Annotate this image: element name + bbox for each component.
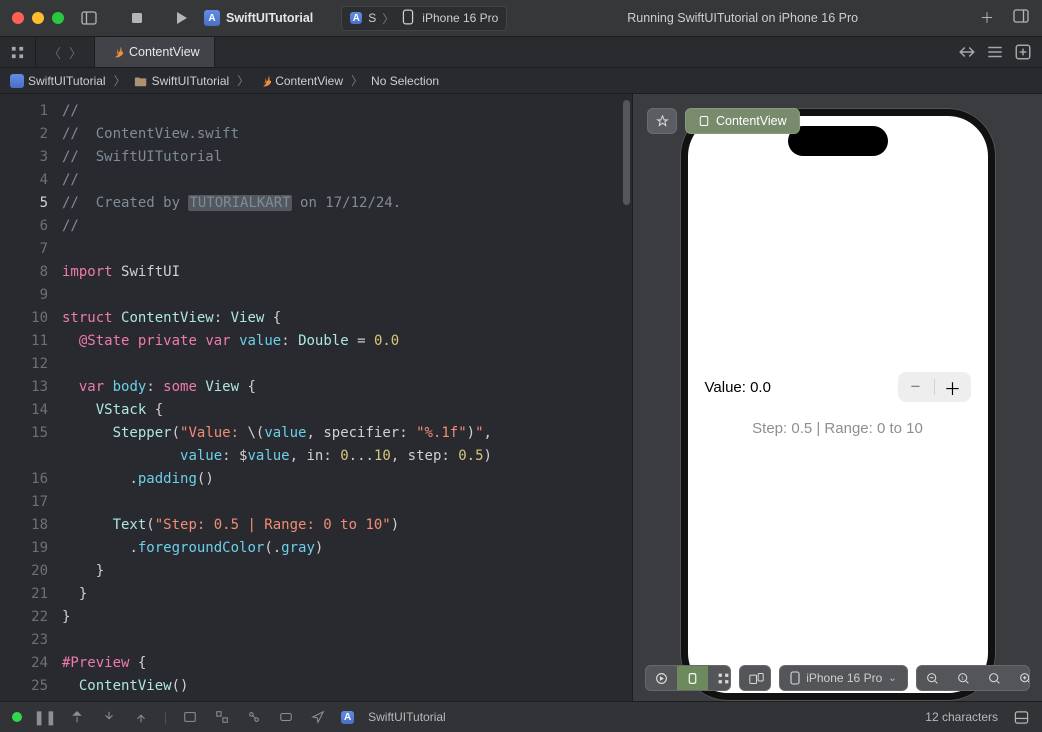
- build-status: Running SwiftUITutorial on iPhone 16 Pro: [627, 11, 858, 25]
- stepper-label: Value: 0.0: [705, 379, 771, 396]
- crumb-project: SwiftUITutorial: [28, 74, 106, 88]
- inspector-toggle-icon[interactable]: [1012, 8, 1030, 28]
- debug-bar-icon-1[interactable]: [181, 710, 199, 724]
- selection-length: 12 characters: [925, 710, 998, 724]
- titlebar: SwiftUITutorial S 〉 iPhone 16 Pro Runnin…: [0, 0, 1042, 36]
- tab-bar: 〈 〉 ContentView: [0, 36, 1042, 68]
- preview-mode-segment: [645, 665, 731, 691]
- minimize-window-button[interactable]: [32, 12, 44, 24]
- project-icon: [10, 74, 24, 88]
- preview-target-pill[interactable]: ContentView: [685, 108, 800, 134]
- build-success-led: [12, 712, 22, 722]
- phone-icon: [400, 9, 416, 28]
- crumb-selection: No Selection: [371, 74, 439, 88]
- debug-bar-icon-2[interactable]: [213, 710, 231, 724]
- line-gutter: 123456789101112131415 161718192021222324…: [0, 94, 62, 701]
- chevron-down-icon: ⌄: [888, 673, 896, 684]
- preview-target-label: ContentView: [716, 114, 787, 128]
- zoom-in-button[interactable]: [1010, 666, 1030, 690]
- swift-file-icon: [257, 74, 271, 88]
- scheme-icon: [350, 12, 362, 24]
- step-into-icon[interactable]: [100, 710, 118, 724]
- zoom-fit-button[interactable]: [979, 666, 1010, 690]
- run-button[interactable]: [172, 10, 190, 26]
- preview-icon: [698, 115, 710, 127]
- debug-area-toggle-icon[interactable]: [1012, 710, 1030, 725]
- code-review-icon[interactable]: [958, 43, 976, 61]
- scheme-short: S: [368, 11, 376, 25]
- add-editor-icon[interactable]: [1014, 43, 1032, 61]
- stepper-decrement-button[interactable]: −: [898, 372, 934, 402]
- nav-forward-button[interactable]: 〉: [65, 43, 86, 62]
- preview-device-selector[interactable]: iPhone 16 Pro ⌄: [779, 665, 907, 691]
- chevron-icon: 〉: [233, 72, 253, 89]
- new-tab-button[interactable]: ＋: [978, 8, 996, 28]
- pin-preview-button[interactable]: [647, 108, 677, 134]
- tab-label: ContentView: [129, 45, 200, 59]
- chevron-icon: 〉: [347, 72, 367, 89]
- preview-device-label: iPhone 16 Pro: [806, 671, 882, 685]
- nav-back-button[interactable]: 〈: [44, 43, 65, 62]
- debug-bar-icon-4[interactable]: [277, 710, 295, 724]
- location-icon[interactable]: [309, 710, 327, 724]
- variants-preview-button[interactable]: [708, 666, 731, 690]
- fullscreen-window-button[interactable]: [52, 12, 64, 24]
- crumb-folder: SwiftUITutorial: [152, 74, 230, 88]
- nav-arrows: 〈 〉: [36, 37, 95, 67]
- breadcrumb[interactable]: SwiftUITutorial 〉 SwiftUITutorial 〉 Cont…: [0, 68, 1042, 94]
- stop-button[interactable]: [128, 10, 146, 26]
- device-name: iPhone 16 Pro: [422, 11, 498, 25]
- zoom-controls: 1: [916, 665, 1030, 691]
- app-title: SwiftUITutorial: [204, 10, 313, 26]
- debug-bar-icon-3[interactable]: [245, 710, 263, 724]
- folder-icon: [134, 74, 148, 88]
- selectable-preview-button[interactable]: [677, 666, 708, 690]
- status-project: SwiftUITutorial: [368, 710, 446, 724]
- related-items-button[interactable]: [0, 37, 36, 67]
- preview-toolbar: iPhone 16 Pro ⌄ 1: [633, 665, 1042, 691]
- canvas-preview: ContentView Value: 0.0 − ＋ Step: 0.5 | R…: [632, 94, 1042, 701]
- pause-debug-icon[interactable]: ❚❚: [36, 709, 54, 726]
- stepper-increment-button[interactable]: ＋: [935, 372, 971, 402]
- stepper-control: − ＋: [898, 372, 971, 402]
- svg-text:1: 1: [961, 675, 964, 681]
- zoom-actual-button[interactable]: 1: [948, 666, 979, 690]
- stepper-subtext: Step: 0.5 | Range: 0 to 10: [752, 420, 923, 437]
- dynamic-island: [788, 126, 888, 156]
- adjust-editor-options-icon[interactable]: [986, 43, 1004, 61]
- phone-icon: [790, 671, 800, 685]
- device-settings-button[interactable]: [739, 665, 771, 691]
- device-frame: Value: 0.0 − ＋ Step: 0.5 | Range: 0 to 1…: [680, 108, 996, 701]
- step-over-icon[interactable]: [68, 710, 86, 724]
- stepper-row: Value: 0.0 − ＋: [705, 372, 971, 402]
- status-bar: ❚❚ | SwiftUITutorial 12 characters: [0, 701, 1042, 732]
- app-icon: [204, 10, 220, 26]
- zoom-out-button[interactable]: [917, 666, 948, 690]
- scheme-selector[interactable]: S 〉 iPhone 16 Pro: [341, 6, 507, 31]
- window-controls: [12, 12, 64, 24]
- code-content: //// ContentView.swift// SwiftUITutorial…: [62, 94, 492, 701]
- app-name: SwiftUITutorial: [226, 11, 313, 25]
- project-icon: [341, 711, 354, 724]
- close-window-button[interactable]: [12, 12, 24, 24]
- swift-file-icon: [109, 45, 123, 59]
- code-editor[interactable]: 123456789101112131415 161718192021222324…: [0, 94, 632, 701]
- tab-contentview[interactable]: ContentView: [95, 37, 215, 67]
- chevron-icon: 〉: [110, 72, 130, 89]
- step-out-icon[interactable]: [132, 710, 150, 724]
- crumb-file: ContentView: [275, 74, 343, 88]
- live-preview-button[interactable]: [646, 666, 677, 690]
- sidebar-toggle-icon[interactable]: [80, 10, 98, 26]
- editor-scrollbar[interactable]: [623, 100, 630, 205]
- device-screen: Value: 0.0 − ＋ Step: 0.5 | Range: 0 to 1…: [688, 116, 988, 693]
